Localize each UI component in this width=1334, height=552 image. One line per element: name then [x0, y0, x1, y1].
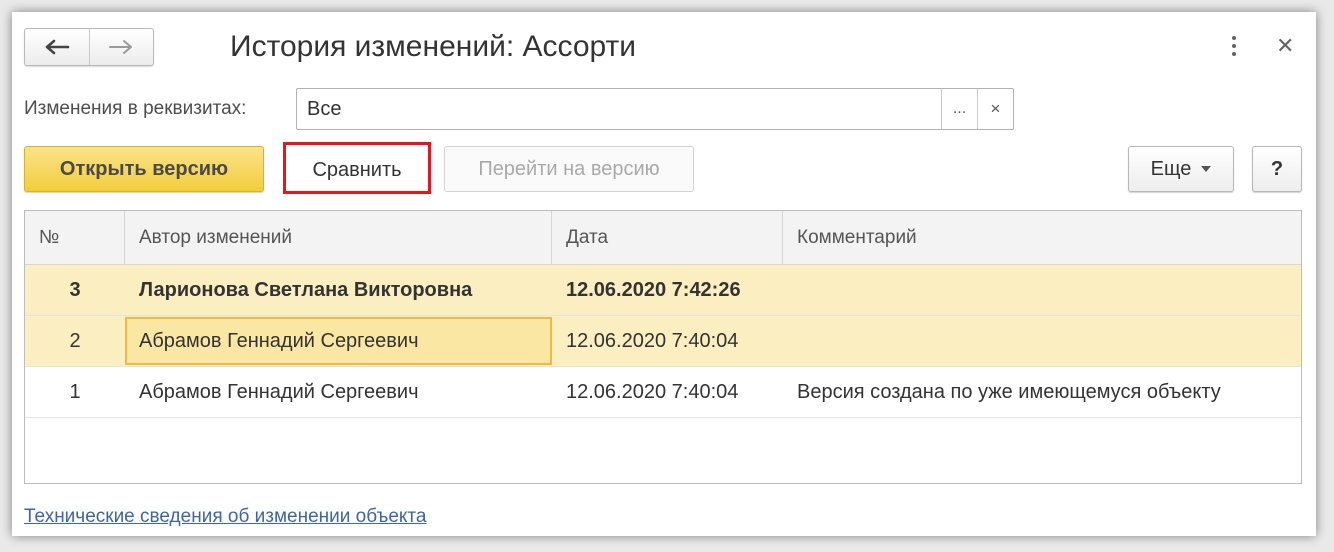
column-date[interactable]: Дата	[552, 211, 783, 264]
clear-button[interactable]: ×	[977, 89, 1013, 129]
column-author[interactable]: Автор изменений	[125, 211, 552, 264]
table-header: № Автор изменений Дата Комментарий	[25, 211, 1301, 265]
versions-table: № Автор изменений Дата Комментарий 3 Лар…	[24, 210, 1302, 484]
filter-label: Изменения в реквизитах:	[24, 98, 247, 119]
attributes-filter-field[interactable]: Все ... ×	[296, 88, 1014, 130]
arrow-right-icon	[109, 40, 133, 54]
row-comment: Версия создана по уже имеющемуся объекту	[797, 381, 1221, 403]
technical-details-link[interactable]: Технические сведения об изменении объект…	[24, 504, 426, 530]
back-button[interactable]	[25, 29, 89, 65]
row-author: Ларионова Светлана Викторовна	[139, 279, 473, 301]
close-icon[interactable]: ✕	[1276, 32, 1294, 60]
chevron-down-icon	[1201, 166, 1212, 172]
column-comment[interactable]: Комментарий	[783, 211, 1301, 264]
compare-button[interactable]: Сравнить	[283, 142, 431, 194]
row-author: Абрамов Геннадий Сергеевич	[125, 317, 552, 365]
row-date: 12.06.2020 7:40:04	[566, 381, 739, 403]
row-date: 12.06.2020 7:40:04	[566, 330, 739, 352]
row-date: 12.06.2020 7:42:26	[566, 279, 741, 301]
row-comment	[783, 265, 1301, 315]
arrow-left-icon	[45, 39, 70, 55]
help-button[interactable]: ?	[1252, 146, 1302, 192]
open-version-button[interactable]: Открыть версию	[24, 146, 264, 192]
select-button[interactable]: ...	[941, 89, 977, 129]
row-number: 2	[69, 330, 81, 352]
row-author: Абрамов Геннадий Сергеевич	[139, 381, 419, 403]
row-comment	[783, 316, 1301, 366]
more-button-label: Еще	[1150, 158, 1192, 180]
table-row[interactable]: 1 Абрамов Геннадий Сергеевич 12.06.2020 …	[25, 367, 1301, 418]
history-window: История изменений: Ассорти ✕ Изменения в…	[12, 12, 1316, 536]
row-number: 1	[69, 381, 81, 403]
row-number: 3	[69, 279, 81, 301]
filter-value[interactable]: Все	[297, 89, 941, 129]
table-row[interactable]: 2 Абрамов Геннадий Сергеевич 12.06.2020 …	[25, 316, 1301, 367]
more-actions-icon[interactable]	[1228, 34, 1240, 58]
column-number[interactable]: №	[25, 211, 125, 264]
forward-button[interactable]	[88, 29, 154, 65]
page-title: История изменений: Ассорти	[230, 30, 637, 63]
more-button[interactable]: Еще	[1128, 146, 1234, 192]
table-row[interactable]: 3 Ларионова Светлана Викторовна 12.06.20…	[25, 265, 1301, 316]
navigation-buttons	[24, 28, 154, 66]
go-to-version-button: Перейти на версию	[444, 146, 694, 192]
